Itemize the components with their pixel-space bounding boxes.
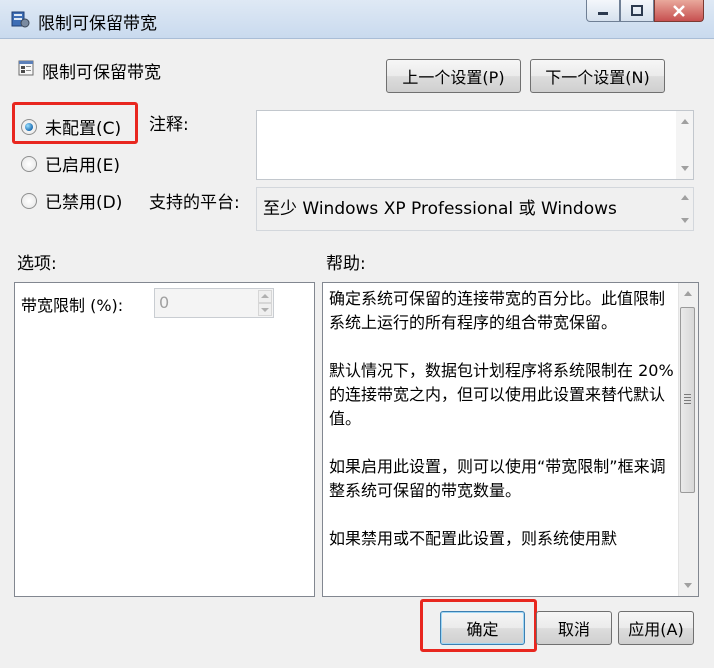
chevron-up-icon bbox=[261, 294, 269, 298]
help-paragraph: 确定系统可保留的连接带宽的百分比。此值限制系统上运行的所有程序的组合带宽保留。 bbox=[329, 289, 666, 332]
options-panel: 带宽限制 (%): 0 bbox=[14, 282, 315, 597]
maximize-icon bbox=[631, 5, 643, 16]
grip-line bbox=[684, 397, 691, 398]
grip-line bbox=[684, 394, 691, 395]
platform-value: 至少 Windows XP Professional 或 Windows bbox=[263, 199, 617, 219]
radio-label: 已启用(E) bbox=[45, 156, 121, 176]
help-text: 确定系统可保留的连接带宽的百分比。此值限制系统上运行的所有程序的组合带宽保留。 … bbox=[329, 287, 674, 575]
radio-button[interactable] bbox=[21, 118, 37, 135]
scroll-thumb[interactable] bbox=[680, 307, 695, 493]
comment-scrollbar[interactable] bbox=[676, 111, 693, 179]
window-controls bbox=[586, 0, 704, 22]
help-paragraph: 默认情况下，数据包计划程序将系统限制在 20% 的连接带宽之内，但可以使用此设置… bbox=[329, 361, 674, 428]
comment-input[interactable] bbox=[256, 110, 694, 180]
title-bar[interactable]: 限制可保留带宽 bbox=[0, 0, 714, 39]
grip-line bbox=[684, 403, 691, 404]
radio-not-configured[interactable]: 未配置(C) bbox=[21, 114, 121, 139]
platform-label: 支持的平台: bbox=[149, 193, 240, 213]
scroll-up-icon[interactable] bbox=[684, 291, 692, 296]
cancel-button[interactable]: 取消 bbox=[536, 611, 612, 645]
dialog-window: 限制可保留带宽 限制可保留带宽 上一个设置(P) 下一个设置(N) 未配置(C) bbox=[0, 0, 714, 668]
bandwidth-limit-value: 0 bbox=[159, 293, 170, 312]
scroll-up-icon[interactable] bbox=[681, 195, 689, 200]
comment-label: 注释: bbox=[149, 115, 189, 135]
radio-button[interactable] bbox=[21, 192, 37, 209]
maximize-button[interactable] bbox=[620, 0, 654, 22]
bandwidth-limit-label: 带宽限制 (%): bbox=[21, 296, 124, 315]
help-paragraph: 如果启用此设置，则可以使用“带宽限制”框来调整系统可保留的带宽数量。 bbox=[329, 457, 666, 500]
stepper-down-button[interactable] bbox=[258, 303, 272, 316]
setting-title: 限制可保留带宽 bbox=[42, 63, 161, 83]
minimize-icon bbox=[598, 11, 608, 15]
help-paragraph: 如果禁用或不配置此设置，则系统使用默 bbox=[329, 529, 618, 548]
close-button[interactable] bbox=[654, 0, 704, 22]
help-panel: 确定系统可保留的连接带宽的百分比。此值限制系统上运行的所有程序的组合带宽保留。 … bbox=[322, 282, 699, 597]
setting-icon bbox=[18, 60, 34, 76]
ok-button[interactable]: 确定 bbox=[440, 611, 525, 645]
stepper-up-button[interactable] bbox=[258, 290, 272, 303]
bandwidth-limit-stepper[interactable]: 0 bbox=[154, 288, 274, 318]
next-setting-button[interactable]: 下一个设置(N) bbox=[530, 59, 665, 93]
radio-label: 已禁用(D) bbox=[45, 193, 123, 213]
radio-label: 未配置(C) bbox=[45, 119, 122, 139]
scroll-down-icon[interactable] bbox=[681, 218, 689, 223]
platform-field: 至少 Windows XP Professional 或 Windows bbox=[256, 187, 694, 231]
close-icon bbox=[673, 4, 685, 17]
scroll-down-icon[interactable] bbox=[684, 583, 692, 588]
scroll-down-icon[interactable] bbox=[681, 166, 689, 171]
scroll-up-icon[interactable] bbox=[681, 119, 689, 124]
window-title: 限制可保留带宽 bbox=[38, 14, 157, 34]
radio-disabled[interactable]: 已禁用(D) bbox=[21, 188, 122, 213]
options-heading: 选项: bbox=[17, 254, 57, 274]
platform-scrollbar[interactable] bbox=[676, 188, 693, 230]
help-scrollbar[interactable] bbox=[678, 283, 698, 596]
grip-line bbox=[684, 400, 691, 401]
apply-button[interactable]: 应用(A) bbox=[618, 611, 694, 645]
chevron-down-icon bbox=[261, 308, 269, 312]
minimize-button[interactable] bbox=[586, 0, 620, 22]
radio-enabled[interactable]: 已启用(E) bbox=[21, 151, 120, 176]
radio-button[interactable] bbox=[21, 155, 37, 172]
policy-icon bbox=[11, 11, 30, 28]
previous-setting-button[interactable]: 上一个设置(P) bbox=[386, 59, 521, 93]
help-heading: 帮助: bbox=[326, 254, 366, 274]
